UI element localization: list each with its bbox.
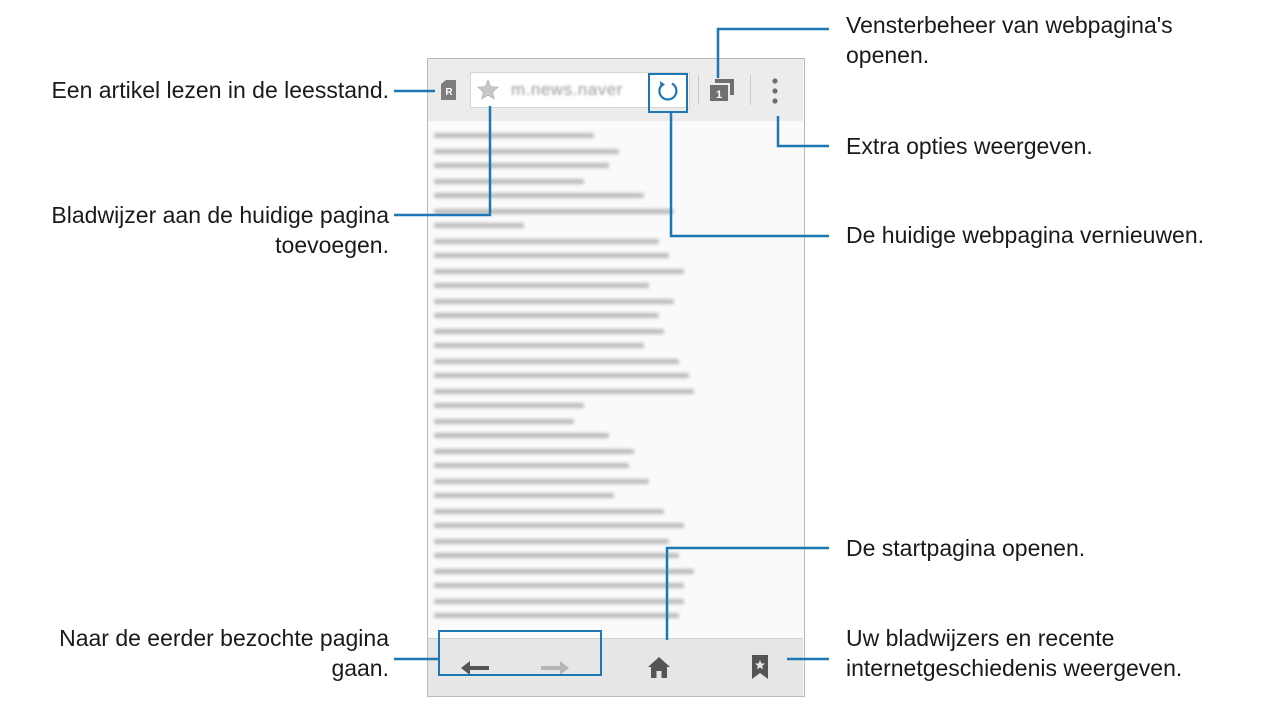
leader-lines xyxy=(394,27,829,661)
leader-refresh xyxy=(669,113,829,238)
leader-window-manager xyxy=(716,27,829,78)
leader-options xyxy=(776,116,829,148)
leader-bookmark xyxy=(394,106,492,217)
leader-home xyxy=(665,546,829,640)
